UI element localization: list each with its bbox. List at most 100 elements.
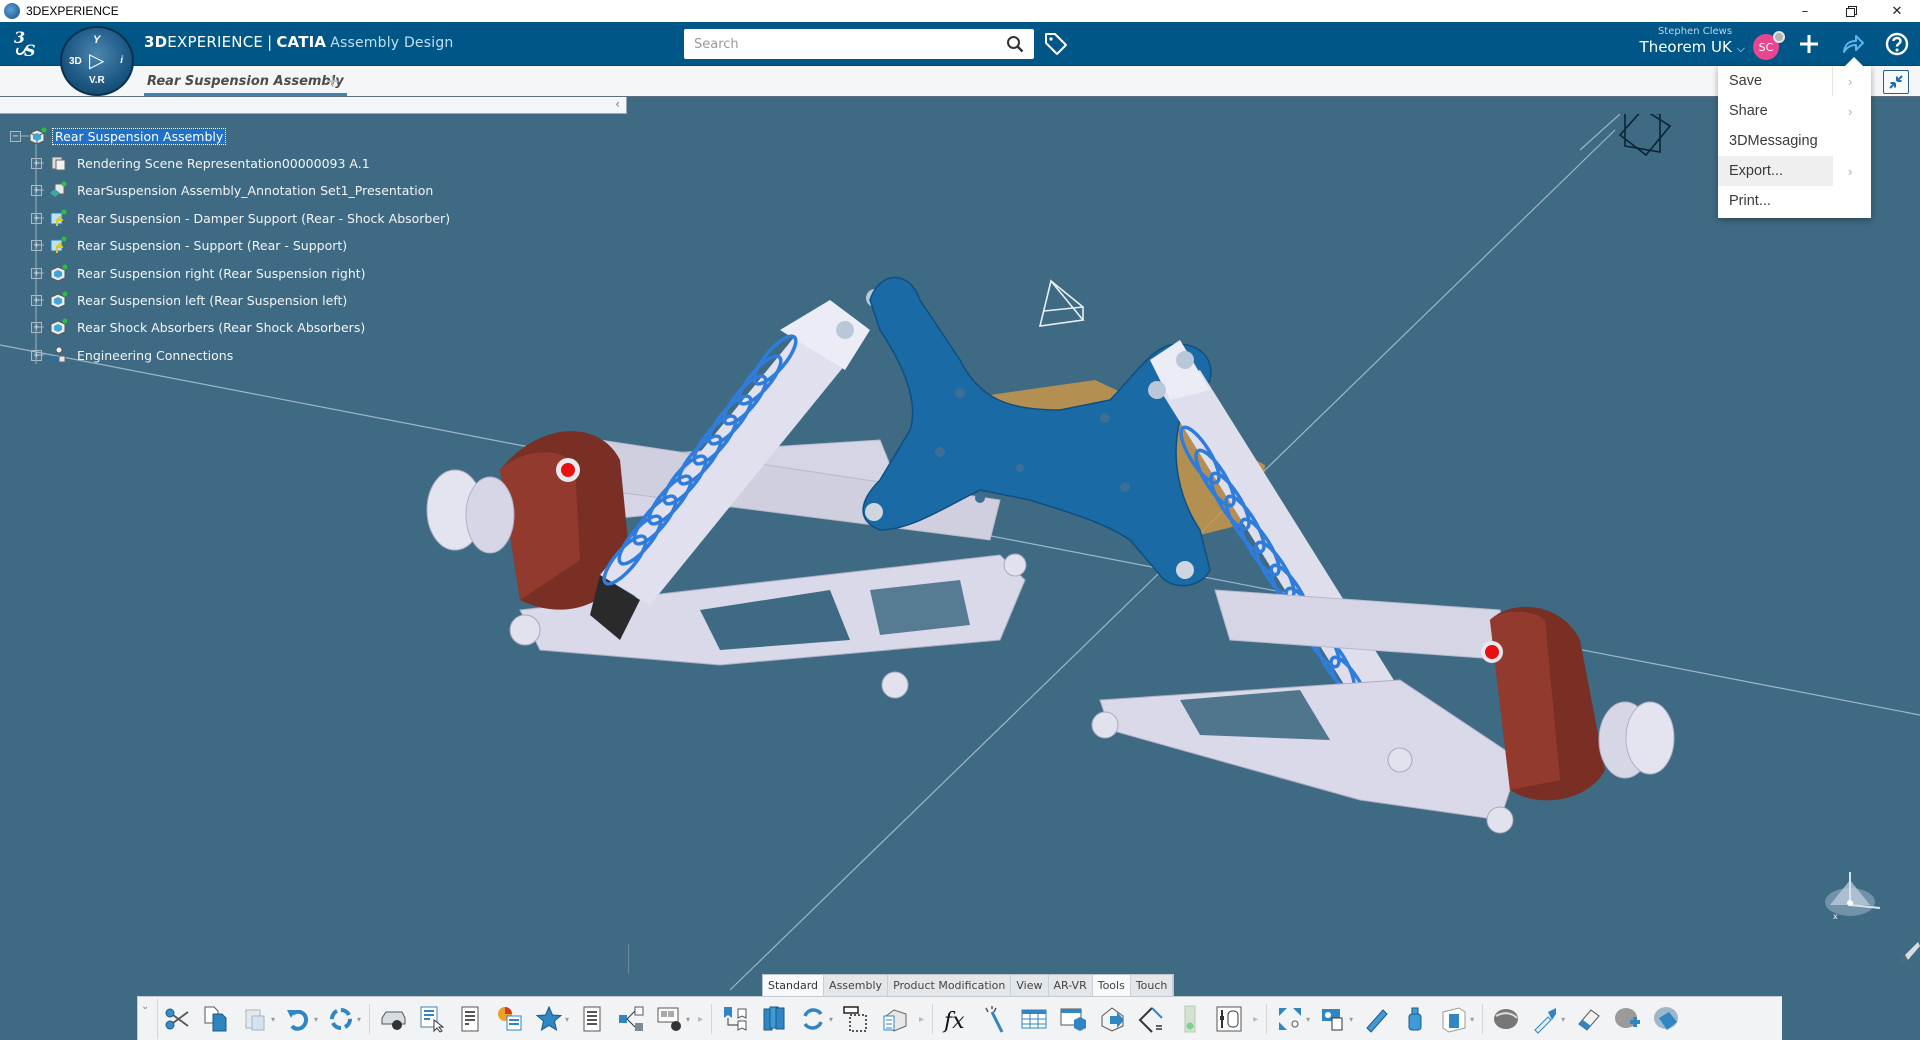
- damper-support-plate[interactable]: [862, 276, 1212, 587]
- expand-node-toggle[interactable]: +: [31, 349, 42, 361]
- help-button[interactable]: [1882, 29, 1912, 59]
- import-geometry-button[interactable]: [1097, 1004, 1127, 1034]
- grid-table-button[interactable]: [1019, 1004, 1049, 1034]
- tree-node[interactable]: + Rendering Scene Representation00000093…: [31, 152, 370, 174]
- assembly-table-button[interactable]: [880, 1004, 910, 1034]
- tenant-selector[interactable]: Theorem UK ⌵: [1635, 38, 1745, 56]
- tree-node[interactable]: + Rear Suspension - Support (Rear - Supp…: [31, 234, 347, 256]
- dropdown-arrow-icon[interactable]: ▾: [1561, 1015, 1567, 1024]
- dropdown-arrow-icon[interactable]: ▾: [271, 1015, 277, 1024]
- section-view-button[interactable]: [1439, 1004, 1469, 1034]
- refresh-button[interactable]: [798, 1004, 828, 1034]
- expand-node-toggle[interactable]: +: [31, 321, 42, 333]
- view-navigator-icon[interactable]: [1618, 114, 1672, 157]
- tab-view[interactable]: View: [1011, 975, 1049, 996]
- tree-node[interactable]: + Rear Suspension left (Rear Suspension …: [31, 289, 347, 311]
- eyedropper-button[interactable]: [1530, 1004, 1560, 1034]
- tree-node[interactable]: + Rear Suspension - Damper Support (Rear…: [31, 207, 450, 229]
- close-window-button[interactable]: ✕: [1874, 0, 1920, 22]
- undo-button[interactable]: [283, 1004, 313, 1034]
- menu-item-export[interactable]: Export... ›: [1718, 156, 1852, 186]
- minimize-window-button[interactable]: –: [1782, 0, 1828, 22]
- menu-item-3dmessaging[interactable]: 3DMessaging: [1718, 126, 1871, 156]
- compass-info[interactable]: i: [120, 55, 123, 66]
- minimize-view-button[interactable]: [1883, 70, 1909, 94]
- apply-material-button[interactable]: [1651, 1004, 1681, 1034]
- tree-node-root[interactable]: − Rear Suspension Assembly: [10, 125, 227, 147]
- compass-play[interactable]: ▷: [89, 48, 104, 73]
- document-list-button[interactable]: [577, 1004, 607, 1034]
- dropdown-arrow-icon[interactable]: ▾: [314, 1015, 320, 1024]
- expand-node-toggle[interactable]: +: [31, 239, 42, 251]
- expand-node-toggle[interactable]: +: [31, 212, 42, 224]
- product-properties-button[interactable]: [378, 1004, 408, 1034]
- tab-ar-vr[interactable]: AR-VR: [1048, 975, 1093, 996]
- menu-item-save[interactable]: Save ›: [1718, 66, 1871, 96]
- search-icon[interactable]: [1006, 35, 1024, 53]
- update-button[interactable]: [326, 1004, 356, 1034]
- copy-button[interactable]: [201, 1004, 231, 1034]
- shading-button[interactable]: [1491, 1004, 1521, 1034]
- more-commands-icon[interactable]: ▸: [919, 1014, 924, 1025]
- clash-button[interactable]: [1318, 1004, 1348, 1034]
- traffic-light-button[interactable]: [1175, 1004, 1205, 1034]
- explode-button[interactable]: [1275, 1004, 1305, 1034]
- tab-assembly[interactable]: Assembly: [824, 975, 889, 996]
- tab-tools[interactable]: Tools: [1092, 975, 1131, 996]
- angle-measure-button[interactable]: [1136, 1004, 1166, 1034]
- tree-node[interactable]: + RearSuspension Assembly_Annotation Set…: [31, 179, 433, 201]
- tab-touch[interactable]: Touch: [1130, 975, 1174, 996]
- pencil-tool-icon[interactable]: [1900, 942, 1920, 963]
- tree-structure-button[interactable]: [616, 1004, 646, 1034]
- dassault-logo[interactable]: 3 S: [12, 28, 48, 60]
- data-panel-button[interactable]: [1214, 1004, 1244, 1034]
- compass-3d[interactable]: 3D: [69, 56, 82, 67]
- tree-node[interactable]: + Engineering Connections: [31, 344, 233, 366]
- tree-node[interactable]: + Rear Suspension right (Rear Suspension…: [31, 262, 366, 284]
- compass-widget[interactable]: Y 3D ▷ i V.R: [60, 26, 134, 96]
- dropdown-arrow-icon[interactable]: ▾: [1306, 1015, 1312, 1024]
- more-commands-icon[interactable]: ▸: [1253, 1014, 1258, 1025]
- compass-social[interactable]: Y: [93, 34, 100, 46]
- dropdown-arrow-icon[interactable]: ▾: [565, 1015, 571, 1024]
- restore-window-button[interactable]: [1828, 0, 1874, 22]
- 3d-compass-icon[interactable]: x: [1825, 872, 1881, 921]
- books-button[interactable]: [759, 1004, 789, 1034]
- favorites-button[interactable]: [534, 1004, 564, 1034]
- eraser-button[interactable]: [1573, 1004, 1603, 1034]
- formula-button[interactable]: fx: [941, 1004, 971, 1034]
- expand-node-toggle[interactable]: +: [31, 184, 42, 196]
- add-button[interactable]: [1794, 29, 1824, 59]
- dropdown-arrow-icon[interactable]: ▾: [1349, 1015, 1355, 1024]
- cut-button[interactable]: [162, 1004, 192, 1034]
- expand-node-toggle[interactable]: +: [31, 157, 42, 169]
- tab-rear-suspension-assembly[interactable]: Rear Suspension Assembly: [144, 66, 347, 97]
- tag-icon[interactable]: [1042, 30, 1070, 58]
- expand-node-toggle[interactable]: +: [31, 267, 42, 279]
- tab-product-modification[interactable]: Product Modification: [888, 975, 1012, 996]
- collapse-tree-button[interactable]: ‹: [615, 97, 620, 111]
- bookmark-tree-button[interactable]: [720, 1004, 750, 1034]
- table-button[interactable]: [456, 1004, 486, 1034]
- measure-ruler-button[interactable]: [1361, 1004, 1391, 1034]
- select-button[interactable]: [417, 1004, 447, 1034]
- tree-node[interactable]: + Rear Shock Absorbers (Rear Shock Absor…: [31, 316, 365, 338]
- selection-box-button[interactable]: [841, 1004, 871, 1034]
- dropdown-arrow-icon[interactable]: ▾: [1470, 1015, 1476, 1024]
- table-3d-button[interactable]: [1058, 1004, 1088, 1034]
- user-menu[interactable]: Stephen Clews Theorem UK ⌵: [1635, 26, 1745, 56]
- add-material-button[interactable]: [1612, 1004, 1642, 1034]
- bottle-button[interactable]: [1400, 1004, 1430, 1034]
- add-tab-button[interactable]: +: [325, 71, 340, 92]
- dropdown-arrow-icon[interactable]: ▾: [686, 1015, 692, 1024]
- collapse-node-toggle[interactable]: −: [10, 130, 21, 142]
- menu-item-print[interactable]: Print...: [1718, 186, 1871, 216]
- expand-action-bar-button[interactable]: ⌄: [141, 1001, 157, 1015]
- menu-item-share[interactable]: Share ›: [1718, 96, 1871, 126]
- dropdown-arrow-icon[interactable]: ▾: [829, 1015, 835, 1024]
- panel-splitter[interactable]: [628, 944, 629, 974]
- right-wheel-hub[interactable]: [1481, 606, 1675, 801]
- more-commands-icon[interactable]: ▸: [698, 1014, 703, 1025]
- magic-wand-button[interactable]: [980, 1004, 1010, 1034]
- light-source-icon[interactable]: [1038, 279, 1085, 327]
